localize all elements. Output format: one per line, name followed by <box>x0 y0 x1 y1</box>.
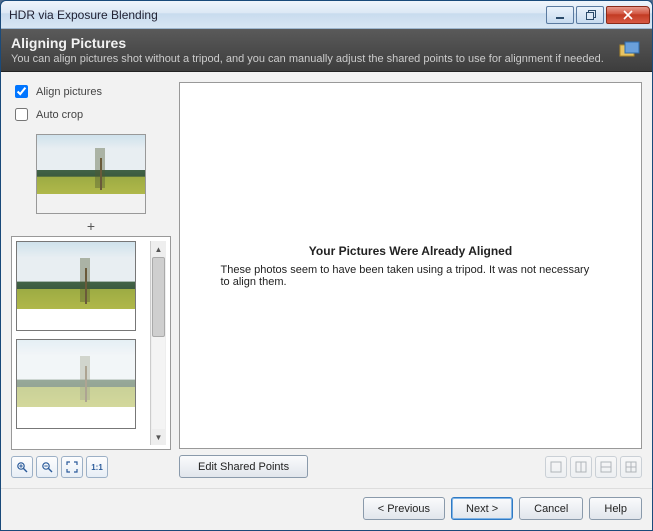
next-button[interactable]: Next > <box>451 497 513 520</box>
thumbnail-list: ▲ ▼ <box>11 236 171 450</box>
status-body: These photos seem to have been taken usi… <box>221 264 601 288</box>
dialog-window: HDR via Exposure Blending Aligning Pictu… <box>0 0 653 531</box>
status-message: Your Pictures Were Already Aligned These… <box>221 244 601 288</box>
step-subtitle: You can align pictures shot without a tr… <box>11 53 618 65</box>
preview-viewport: Your Pictures Were Already Aligned These… <box>179 82 642 449</box>
thumbnail-item[interactable] <box>16 339 136 429</box>
scroll-up-button[interactable]: ▲ <box>151 241 166 257</box>
combine-symbol: + <box>11 218 171 234</box>
maximize-button[interactable] <box>576 6 604 24</box>
minimize-button[interactable] <box>546 6 574 24</box>
actual-size-button[interactable]: 1:1 <box>86 456 108 478</box>
step-header: Aligning Pictures You can align pictures… <box>1 29 652 72</box>
align-pictures-checkbox[interactable] <box>15 85 28 98</box>
grid-icon <box>625 461 637 473</box>
window-controls <box>544 6 650 24</box>
thumbnail-scrollbar[interactable]: ▲ ▼ <box>150 241 166 445</box>
main-panel: Your Pictures Were Already Aligned These… <box>179 82 642 478</box>
single-pane-icon <box>550 461 562 473</box>
zoom-in-button[interactable] <box>11 456 33 478</box>
auto-crop-option[interactable]: Auto crop <box>11 105 171 124</box>
previous-button[interactable]: < Previous <box>363 497 445 520</box>
layout-horizontal-button[interactable] <box>595 456 617 478</box>
primary-thumbnail[interactable] <box>36 134 146 214</box>
options: Align pictures Auto crop <box>11 82 171 128</box>
status-title: Your Pictures Were Already Aligned <box>221 244 601 258</box>
cancel-button[interactable]: Cancel <box>519 497 583 520</box>
ratio-1-1-icon: 1:1 <box>91 463 103 472</box>
layers-icon <box>618 40 642 60</box>
left-panel: Align pictures Auto crop + ▲ ▼ <box>11 82 171 478</box>
align-pictures-label: Align pictures <box>36 86 102 98</box>
zoom-out-icon <box>41 461 53 473</box>
split-vertical-icon <box>575 461 587 473</box>
scroll-down-button[interactable]: ▼ <box>151 429 166 445</box>
edit-shared-points-button[interactable]: Edit Shared Points <box>179 455 308 478</box>
align-pictures-option[interactable]: Align pictures <box>11 82 171 101</box>
help-button[interactable]: Help <box>589 497 642 520</box>
auto-crop-checkbox[interactable] <box>15 108 28 121</box>
scroll-thumb[interactable] <box>152 257 165 337</box>
split-horizontal-icon <box>600 461 612 473</box>
close-button[interactable] <box>606 6 650 24</box>
dialog-body: Align pictures Auto crop + ▲ ▼ <box>1 72 652 488</box>
step-title: Aligning Pictures <box>11 35 618 51</box>
close-icon <box>623 10 633 20</box>
layout-grid-button[interactable] <box>620 456 642 478</box>
layout-toolbar <box>545 456 642 478</box>
zoom-toolbar: 1:1 <box>11 456 171 478</box>
zoom-in-icon <box>16 461 28 473</box>
thumbnail-item[interactable] <box>16 241 136 331</box>
layout-vertical-button[interactable] <box>570 456 592 478</box>
titlebar[interactable]: HDR via Exposure Blending <box>1 1 652 29</box>
main-toolbar: Edit Shared Points <box>179 455 642 478</box>
fit-screen-icon <box>66 461 78 473</box>
layout-single-button[interactable] <box>545 456 567 478</box>
auto-crop-label: Auto crop <box>36 109 83 121</box>
window-title: HDR via Exposure Blending <box>9 8 544 22</box>
thumbnails <box>16 241 150 445</box>
wizard-footer: < Previous Next > Cancel Help <box>1 488 652 530</box>
fit-screen-button[interactable] <box>61 456 83 478</box>
zoom-out-button[interactable] <box>36 456 58 478</box>
